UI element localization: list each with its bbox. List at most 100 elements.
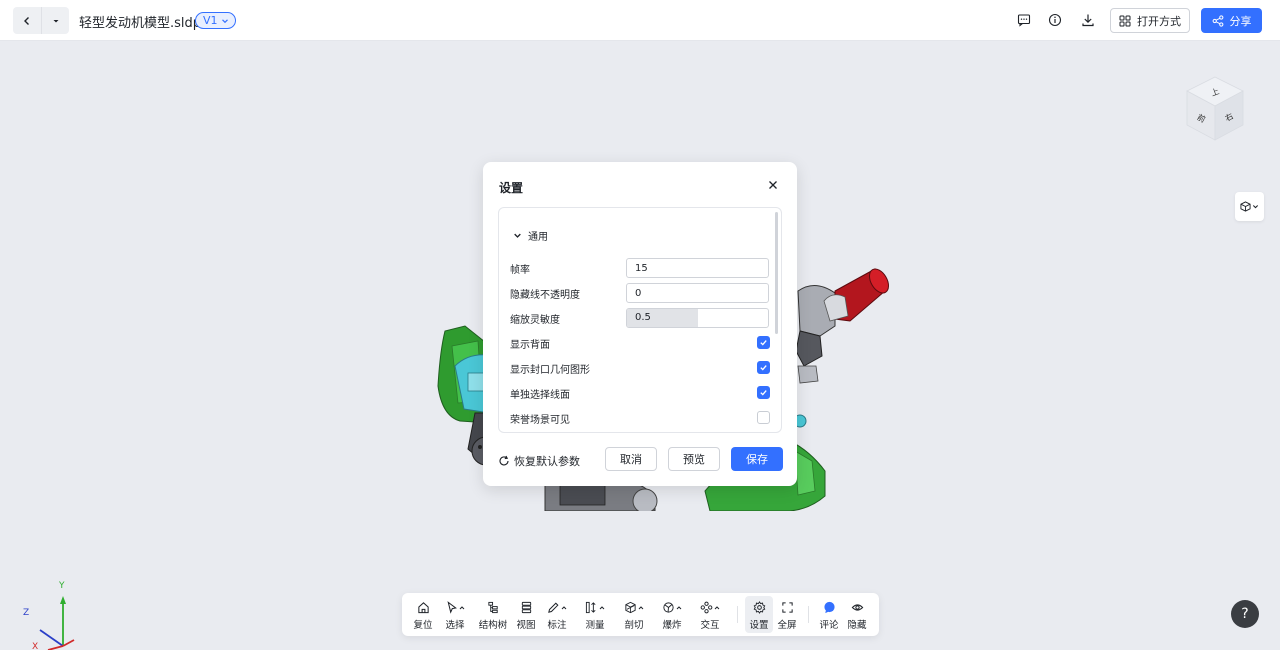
preview-button[interactable]: 预览 [668,447,720,471]
axis-label-y: Y [58,581,65,591]
cube-icon [1240,201,1251,212]
layers-icon [521,601,531,614]
honor-scene-checkbox[interactable] [757,411,770,424]
version-label: V1 [203,14,218,27]
show-capping-checkbox[interactable] [757,361,770,374]
tool-interact-label: 交互 [700,620,720,631]
history-dropdown-button[interactable] [41,7,69,34]
close-icon [769,181,777,189]
frame-rate-input[interactable] [626,258,769,278]
select-edges-label: 单独选择线面 [510,390,570,401]
zoom-sensitivity-label: 缩放灵敏度 [510,315,560,326]
tool-section[interactable]: 剖切 [621,596,647,633]
tool-comment[interactable]: 评论 [816,596,842,633]
hidden-line-opacity-label: 隐藏线不透明度 [510,290,580,301]
setting-zoom-sensitivity: 缩放灵敏度 0.5 [510,308,770,328]
grid-icon [1119,15,1131,26]
caret-up-icon [676,605,682,609]
caret-up-icon [714,605,720,609]
caret-up-icon [599,605,605,609]
cursor-icon [446,601,457,614]
show-back-face-checkbox[interactable] [757,336,770,349]
tool-reset[interactable]: 复位 [410,596,436,633]
tool-select[interactable]: 选择 [442,596,468,633]
tool-structure-tree-label: 结构树 [478,620,508,631]
tool-markup[interactable]: 标注 [544,596,570,633]
axis-gizmo: Y Z X [23,581,75,650]
checkmark-icon [760,390,767,396]
save-button[interactable]: 保存 [731,447,783,471]
interact-icon [700,601,713,614]
chevron-down-icon [1252,205,1259,209]
explode-icon [663,602,674,613]
cancel-button[interactable]: 取消 [605,447,657,471]
home-icon [417,602,429,614]
caret-down-icon [53,19,58,22]
hidden-line-opacity-input[interactable] [626,283,769,303]
setting-select-edges: 单独选择线面 [510,383,770,403]
setting-frame-rate: 帧率 [510,258,770,278]
tool-explode-label: 爆炸 [662,620,682,631]
comment-toggle[interactable] [1015,11,1033,29]
dialog-title: 设置 [499,181,524,195]
tool-hide[interactable]: 隐藏 [844,596,870,633]
section-general-header[interactable]: 通用 [513,228,548,243]
tool-fullscreen[interactable]: 全屏 [774,596,800,633]
caret-up-icon [561,605,567,609]
caret-up-icon [459,605,464,609]
settings-dialog: 设置 通用 帧率 隐藏线不透明度 缩放灵敏度 0.5 显示背面 [483,162,797,486]
back-button[interactable] [13,7,41,34]
honor-scene-label: 荣誉场景可见 [510,415,570,426]
open-with-button[interactable]: 打开方式 [1110,8,1190,33]
version-selector[interactable]: V1 [195,12,236,29]
refresh-icon [499,455,509,466]
tool-interact[interactable]: 交互 [697,596,723,633]
tree-icon [487,601,498,614]
setting-show-back-face: 显示背面 [510,333,770,353]
tool-fullscreen-label: 全屏 [777,620,797,631]
show-capping-label: 显示封口几何图形 [510,365,590,376]
eye-icon [851,604,863,611]
navigation-cube[interactable]: 上 前 右 [1185,76,1245,142]
tool-select-label: 选择 [445,620,465,631]
download-button[interactable] [1079,11,1097,29]
share-label: 分享 [1229,14,1252,28]
top-bar: 轻型发动机模型.sldprt V1 打开方式 分享 [0,0,1280,41]
info-icon [1048,13,1062,27]
tool-settings[interactable]: 设置 [745,596,773,633]
tool-comment-label: 评论 [819,620,839,631]
info-button[interactable] [1046,11,1064,29]
panel-scrollbar[interactable] [775,212,778,334]
select-edges-checkbox[interactable] [757,386,770,399]
zoom-sensitivity-slider[interactable]: 0.5 [626,308,769,328]
gear-icon [753,601,765,614]
tool-section-label: 剖切 [624,620,644,631]
tool-markup-label: 标注 [547,620,567,631]
settings-panel: 通用 帧率 隐藏线不透明度 缩放灵敏度 0.5 显示背面 显示封口几何图形 单独… [498,207,782,433]
setting-honor-scene: 荣誉场景可见 [510,408,770,428]
tool-measure[interactable]: 测量 [582,596,608,633]
tool-measure-label: 测量 [585,620,605,631]
show-back-face-label: 显示背面 [510,340,550,351]
fullscreen-icon [781,602,793,613]
help-button[interactable]: ? [1231,600,1259,628]
tool-view[interactable]: 视图 [513,596,539,633]
tool-settings-label: 设置 [749,620,769,631]
close-button[interactable] [766,178,780,192]
display-mode-dropdown[interactable] [1235,192,1264,221]
ruler-icon [585,601,596,614]
navigation-group [13,7,69,34]
checkmark-icon [760,365,767,371]
section-general-label: 通用 [528,232,548,243]
setting-show-capping: 显示封口几何图形 [510,358,770,378]
tool-view-label: 视图 [516,620,536,631]
axis-label-x: X [32,642,38,650]
file-title: 轻型发动机模型.sldprt [79,16,212,31]
toolbar-divider [808,606,809,623]
tool-hide-label: 隐藏 [847,620,867,631]
reset-defaults-button[interactable]: 恢复默认参数 [498,453,580,469]
tool-explode[interactable]: 爆炸 [659,596,685,633]
tool-structure-tree[interactable]: 结构树 [478,596,508,633]
chevron-left-icon [24,16,29,25]
share-button[interactable]: 分享 [1201,8,1262,33]
